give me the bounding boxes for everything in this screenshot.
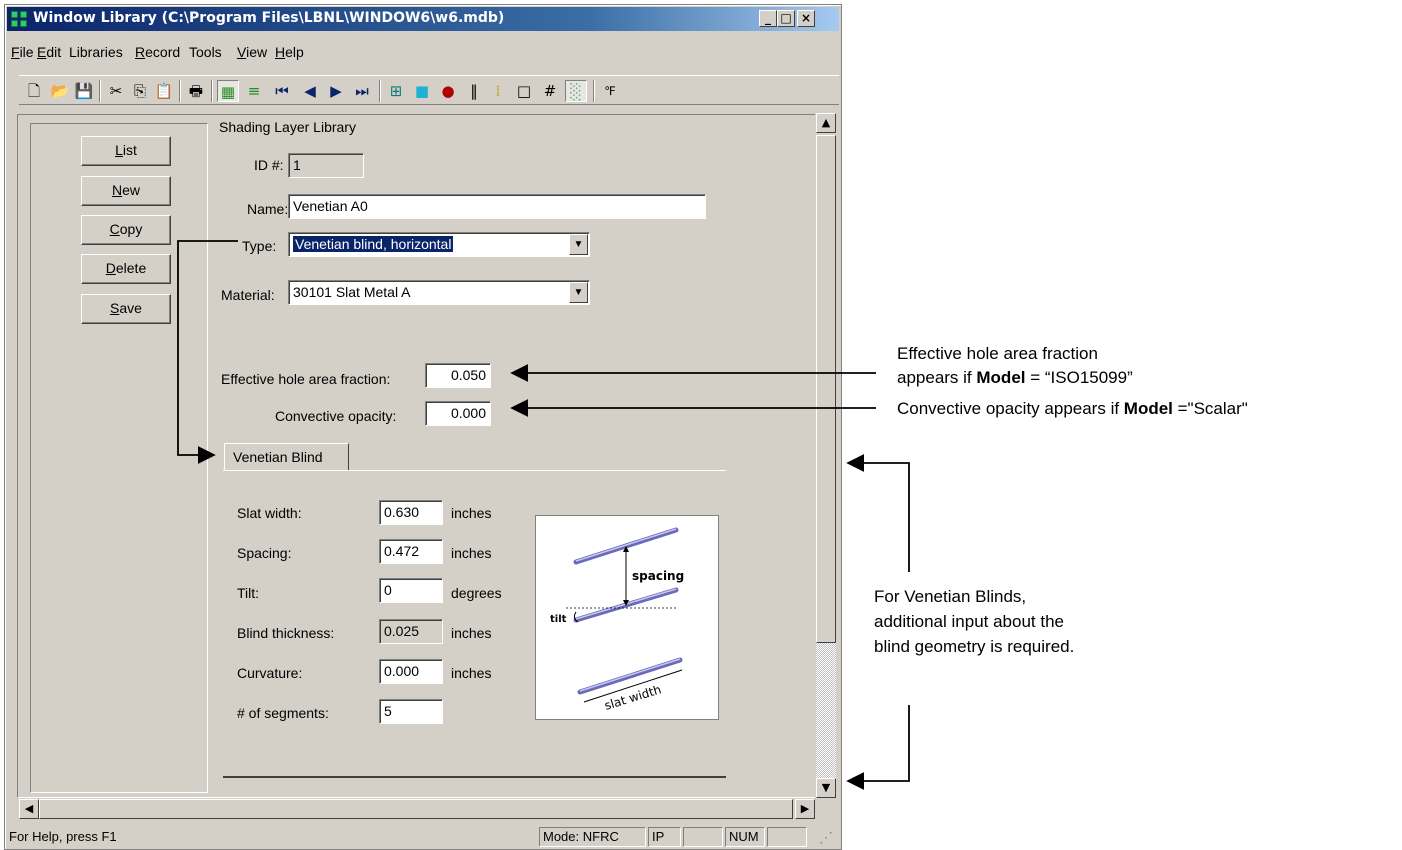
annotation-hole-line2: appears if Model = “ISO15099” [897, 368, 1133, 387]
annotation-venetian-line3: blind geometry is required. [874, 637, 1075, 656]
annotation-venetian-line2: additional input about the [874, 612, 1064, 631]
annotation-venetian-line1: For Venetian Blinds, [874, 587, 1027, 606]
annotation-hole-line1: Effective hole area fraction [897, 344, 1098, 363]
annotation-lines [177, 240, 910, 790]
annotation-opacity: Convective opacity appears if Model ="Sc… [897, 399, 1248, 418]
